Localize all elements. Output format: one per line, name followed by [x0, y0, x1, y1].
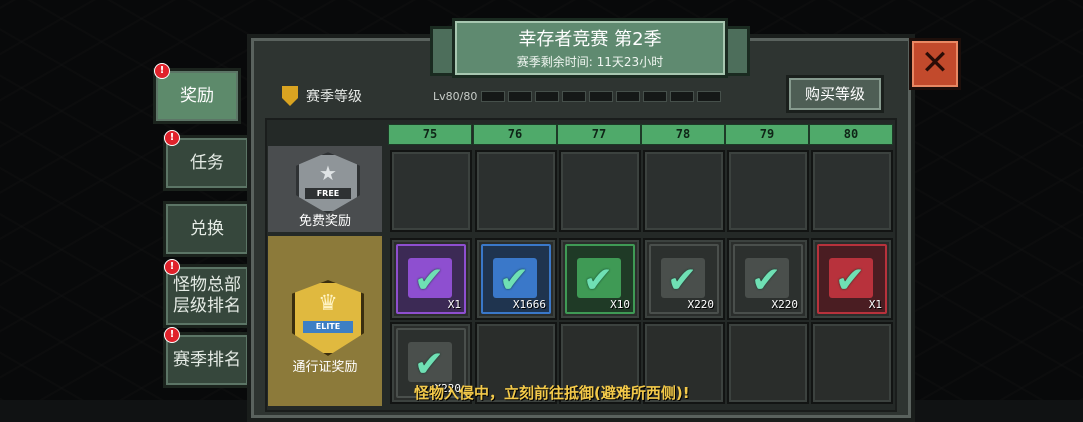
empty-reward-slot — [559, 150, 641, 232]
level-header-75: 75 — [388, 124, 472, 145]
reward-slot[interactable]: ✔ X220 — [727, 238, 809, 320]
side-tab-label: 任务 — [190, 152, 224, 173]
season-time-left: 赛季剩余时间: 11天23小时 — [516, 55, 664, 69]
free-reward-label: 免费奖励 — [298, 214, 351, 229]
level-progress-segment — [562, 91, 586, 102]
claimed-check-icon: ✔ — [583, 260, 614, 301]
elite-badge-text: ELITE — [303, 321, 353, 333]
empty-reward-slot — [811, 322, 893, 404]
side-tab-label: 怪物总部 层级排名 — [173, 275, 241, 316]
reward-slot[interactable]: ✔ X1 — [811, 238, 893, 320]
level-progress-segment — [535, 91, 559, 102]
level-progress-segment — [481, 91, 505, 102]
elite-reward-label: 通行证奖励 — [292, 360, 358, 375]
claimed-check-icon: ✔ — [835, 260, 866, 301]
close-icon: ✕ — [920, 43, 950, 83]
season-level-label: 赛季等级 — [306, 89, 362, 105]
side-tab-label: 奖励 — [180, 85, 214, 106]
reward-frame: ✔ X220 — [733, 244, 803, 314]
reward-slot[interactable]: ✔ X10 — [559, 238, 641, 320]
elite-badge-icon: ♛ ELITE — [292, 280, 364, 356]
empty-reward-slot — [727, 150, 809, 232]
level-progress-segment — [670, 91, 694, 102]
level-progress-segment — [616, 91, 640, 102]
title-banner: 幸存者竞赛 第2季 赛季剩余时间: 11天23小时 — [452, 18, 728, 78]
side-tab-label: 兑换 — [190, 218, 224, 239]
reward-quantity: X1 — [447, 298, 461, 311]
reward-quantity: X1666 — [512, 298, 546, 311]
claimed-check-icon: ✔ — [751, 260, 782, 301]
side-tab-5[interactable]: 赛季排名! — [163, 327, 251, 388]
alert-icon: ! — [164, 130, 180, 146]
claimed-check-icon: ✔ — [414, 260, 445, 301]
elite-row-label: ♛ ELITE 通行证奖励 — [268, 236, 382, 406]
reward-slot[interactable]: ✔ X1 — [390, 238, 472, 320]
empty-reward-slot — [643, 150, 725, 232]
side-tab-2[interactable]: 任务! — [163, 130, 251, 191]
reward-quantity: X1 — [868, 298, 882, 311]
level-progress-segment — [643, 91, 667, 102]
reward-quantity: X220 — [687, 298, 715, 311]
reward-quantity: X10 — [610, 298, 630, 311]
level-header-80: 80 — [809, 124, 893, 145]
side-tab-1[interactable]: 奖励! — [153, 63, 241, 124]
level-header-77: 77 — [557, 124, 641, 145]
reward-quantity: X220 — [771, 298, 799, 311]
level-header-76: 76 — [473, 124, 557, 145]
season-level-heading: 赛季等级 — [282, 86, 362, 106]
close-button[interactable]: ✕ — [909, 38, 961, 90]
claimed-check-icon: ✔ — [499, 260, 530, 301]
level-progress-segment — [697, 91, 721, 102]
season-title: 幸存者竞赛 第2季 — [518, 29, 662, 50]
level-header-79: 79 — [725, 124, 809, 145]
claimed-check-icon: ✔ — [667, 260, 698, 301]
claimed-check-icon: ✔ — [414, 344, 445, 385]
free-badge-text: FREE — [305, 188, 351, 199]
side-tab-label: 赛季排名 — [173, 349, 241, 370]
alert-icon: ! — [164, 259, 180, 275]
reward-slot[interactable]: ✔ X1666 — [475, 238, 557, 320]
empty-reward-slot — [811, 150, 893, 232]
buy-level-button[interactable]: 购买等级 — [786, 75, 884, 113]
side-tab-4[interactable]: 怪物总部 层级排名! — [163, 259, 251, 328]
free-badge-icon: ★ FREE — [296, 152, 360, 214]
level-progress-segment — [589, 91, 613, 102]
reward-frame: ✔ X1 — [396, 244, 466, 314]
reward-frame: ✔ X1 — [817, 244, 887, 314]
free-row-label: ★ FREE 免费奖励 — [268, 146, 382, 232]
side-tab-3[interactable]: 兑换 — [163, 201, 251, 257]
alert-icon: ! — [154, 63, 170, 79]
empty-reward-slot — [475, 150, 557, 232]
alert-icon: ! — [164, 327, 180, 343]
reward-frame: ✔ X10 — [565, 244, 635, 314]
level-progress-segment — [508, 91, 532, 102]
level-header-78: 78 — [641, 124, 725, 145]
reward-frame: ✔ X220 — [649, 244, 719, 314]
empty-reward-slot — [390, 150, 472, 232]
level-progress-bar — [481, 91, 721, 102]
shield-icon — [282, 86, 298, 106]
reward-slot[interactable]: ✔ X220 — [643, 238, 725, 320]
empty-reward-slot — [727, 322, 809, 404]
level-progress-text: Lv80/80 — [433, 90, 478, 103]
reward-frame: ✔ X1666 — [481, 244, 551, 314]
